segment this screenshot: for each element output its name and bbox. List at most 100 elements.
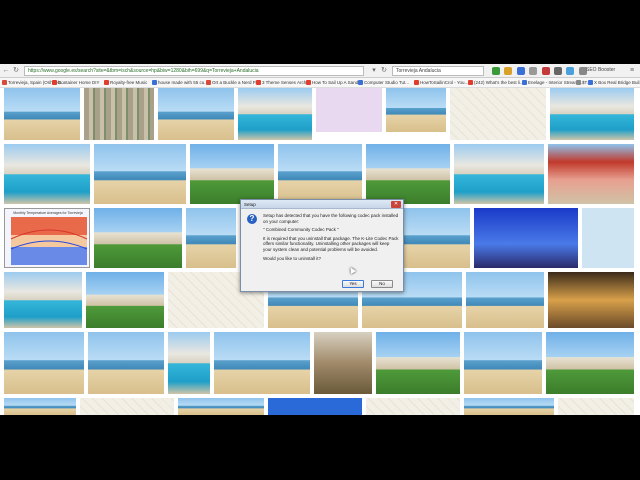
extension-icon[interactable] <box>553 67 562 75</box>
extension-icon[interactable] <box>504 67 513 75</box>
image-thumbnail[interactable] <box>366 144 450 204</box>
bookmark-icon <box>414 80 419 86</box>
extension-icon[interactable] <box>492 67 500 75</box>
chart-band-low <box>11 247 87 265</box>
dialog-message-question: Would you like to uninstall it? <box>263 255 321 261</box>
dialog-message-detected: Setup has detected that you have the fol… <box>263 213 399 224</box>
image-thumbnail[interactable] <box>466 272 544 328</box>
image-thumbnail[interactable] <box>168 332 210 394</box>
image-thumbnail[interactable] <box>4 88 80 140</box>
bookmark-label: X Box Real Bridge Buil... <box>594 80 640 85</box>
seo-booster-label[interactable]: SEO Booster <box>586 67 615 73</box>
reload-icon[interactable]: ↻ <box>12 67 20 75</box>
bookmark-item[interactable]: How To Sail Up A Sand... <box>306 80 362 86</box>
image-thumbnail[interactable] <box>178 398 264 415</box>
image-thumbnail[interactable] <box>4 332 84 394</box>
chart-title: Monthly Temperature Averages for Torrevi… <box>13 211 83 215</box>
bookmark-item[interactable]: Container Home DIY <box>52 80 100 86</box>
image-thumbnail[interactable] <box>474 208 578 268</box>
extension-icon[interactable] <box>516 67 525 75</box>
dropdown-icon[interactable]: ▾ <box>370 67 378 75</box>
bookmark-icon <box>306 80 311 86</box>
image-thumbnail[interactable] <box>548 272 634 328</box>
temperature-chart: Monthly Temperature Averages for Torrevi… <box>10 211 88 265</box>
dialog-message-required: It is required that you uninstall that p… <box>263 235 399 252</box>
image-thumbnail[interactable] <box>4 272 82 328</box>
image-thumbnail[interactable] <box>404 208 470 268</box>
bookmark-label: Container Home DIY <box>58 80 100 85</box>
bookmark-icon <box>152 80 157 86</box>
no-button[interactable]: No <box>371 280 393 288</box>
image-thumbnail[interactable] <box>94 208 182 268</box>
image-thumbnail[interactable] <box>278 144 362 204</box>
bookmark-label: Ort a Buckle a Nerd Fl... <box>212 80 261 85</box>
bookmark-label: (242) What's the best li... <box>474 80 524 85</box>
extension-icon[interactable] <box>541 67 550 75</box>
image-thumbnail[interactable] <box>94 144 186 204</box>
bookmark-item[interactable]: Ort a Buckle a Nerd Fl... <box>206 80 260 86</box>
bookmark-icon <box>256 80 261 86</box>
bookmark-item[interactable]: HowToSailinCrol - You... <box>414 80 468 86</box>
image-thumbnail[interactable] <box>582 208 634 268</box>
bookmark-item[interactable]: Royalty-free Music <box>104 80 147 86</box>
bookmark-label: Computer Studio Tut... <box>364 80 410 85</box>
bookmark-icon <box>468 80 473 86</box>
question-icon: ? <box>247 214 257 224</box>
dialog-message-pack: " Combined Community Codec Pack " <box>263 227 339 233</box>
bookmark-label: 3 Theme Senses Archi... <box>262 80 311 85</box>
back-icon[interactable]: ← <box>2 67 10 75</box>
yes-button[interactable]: Yes <box>342 280 364 288</box>
image-thumbnail[interactable] <box>4 144 90 204</box>
image-thumbnail[interactable] <box>546 332 634 394</box>
image-thumbnail[interactable] <box>88 332 164 394</box>
menu-icon[interactable]: ≡ <box>628 67 636 75</box>
image-thumbnail[interactable] <box>80 398 174 415</box>
temperature-chart-thumbnail[interactable]: Monthly Temperature Averages for Torrevi… <box>4 208 90 268</box>
search-input[interactable]: Torrevieja Andalucia <box>392 66 484 76</box>
image-thumbnail[interactable] <box>84 88 154 140</box>
image-thumbnail[interactable] <box>86 272 164 328</box>
image-thumbnail[interactable] <box>268 398 362 415</box>
image-thumbnail[interactable] <box>386 88 446 132</box>
bookmark-label: How To Sail Up A Sand... <box>312 80 362 85</box>
bookmark-icon <box>576 80 581 86</box>
image-thumbnail[interactable] <box>314 332 372 394</box>
image-thumbnail[interactable] <box>186 208 236 268</box>
dialog-message: Setup has detected that you have the fol… <box>263 213 399 264</box>
bookmark-item[interactable]: Computer Studio Tut... <box>358 80 409 86</box>
refresh-icon[interactable]: ↻ <box>380 67 388 75</box>
image-thumbnail[interactable] <box>316 88 382 132</box>
close-icon[interactable]: ✕ <box>391 201 401 208</box>
image-thumbnail[interactable] <box>190 144 274 204</box>
extension-icon[interactable] <box>566 67 575 75</box>
bookmark-item[interactable]: X Box Real Bridge Buil... <box>588 80 640 86</box>
image-thumbnail[interactable] <box>158 88 234 140</box>
image-thumbnail[interactable] <box>548 144 634 204</box>
image-thumbnail[interactable] <box>464 332 542 394</box>
address-bar[interactable]: https://www.google.es/search?site=&tbm=i… <box>24 66 364 76</box>
bookmark-icon <box>358 80 363 86</box>
bookmark-item[interactable]: Enelage - Interior Stream... <box>522 80 582 86</box>
image-thumbnail[interactable] <box>238 88 312 140</box>
bookmark-item[interactable]: (242) What's the best li... <box>468 80 524 86</box>
dialog-titlebar[interactable]: Setup ✕ <box>241 200 403 209</box>
image-thumbnail[interactable] <box>558 398 634 415</box>
image-thumbnail[interactable] <box>214 332 310 394</box>
bookmark-item[interactable]: house made with 55 cu... <box>152 80 208 86</box>
bookmark-icon <box>52 80 57 86</box>
image-thumbnail[interactable] <box>366 398 460 415</box>
bookmark-label: HowToSailinCrol - You... <box>420 80 469 85</box>
image-thumbnail[interactable] <box>454 144 544 204</box>
bookmark-item[interactable]: 3 Theme Senses Archi... <box>256 80 311 86</box>
image-thumbnail[interactable] <box>550 88 634 140</box>
image-thumbnail[interactable] <box>4 398 76 415</box>
bookmark-label: Royalty-free Music <box>110 80 148 85</box>
bookmark-label: Enelage - Interior Stream... <box>528 80 583 85</box>
setup-dialog: Setup ✕ ? Setup has detected that you ha… <box>240 199 404 292</box>
extension-icon[interactable] <box>529 67 538 75</box>
bookmark-icon <box>588 80 593 86</box>
bookmark-icon <box>2 80 7 86</box>
image-thumbnail[interactable] <box>464 398 554 415</box>
image-thumbnail[interactable] <box>450 88 546 140</box>
image-thumbnail[interactable] <box>376 332 460 394</box>
